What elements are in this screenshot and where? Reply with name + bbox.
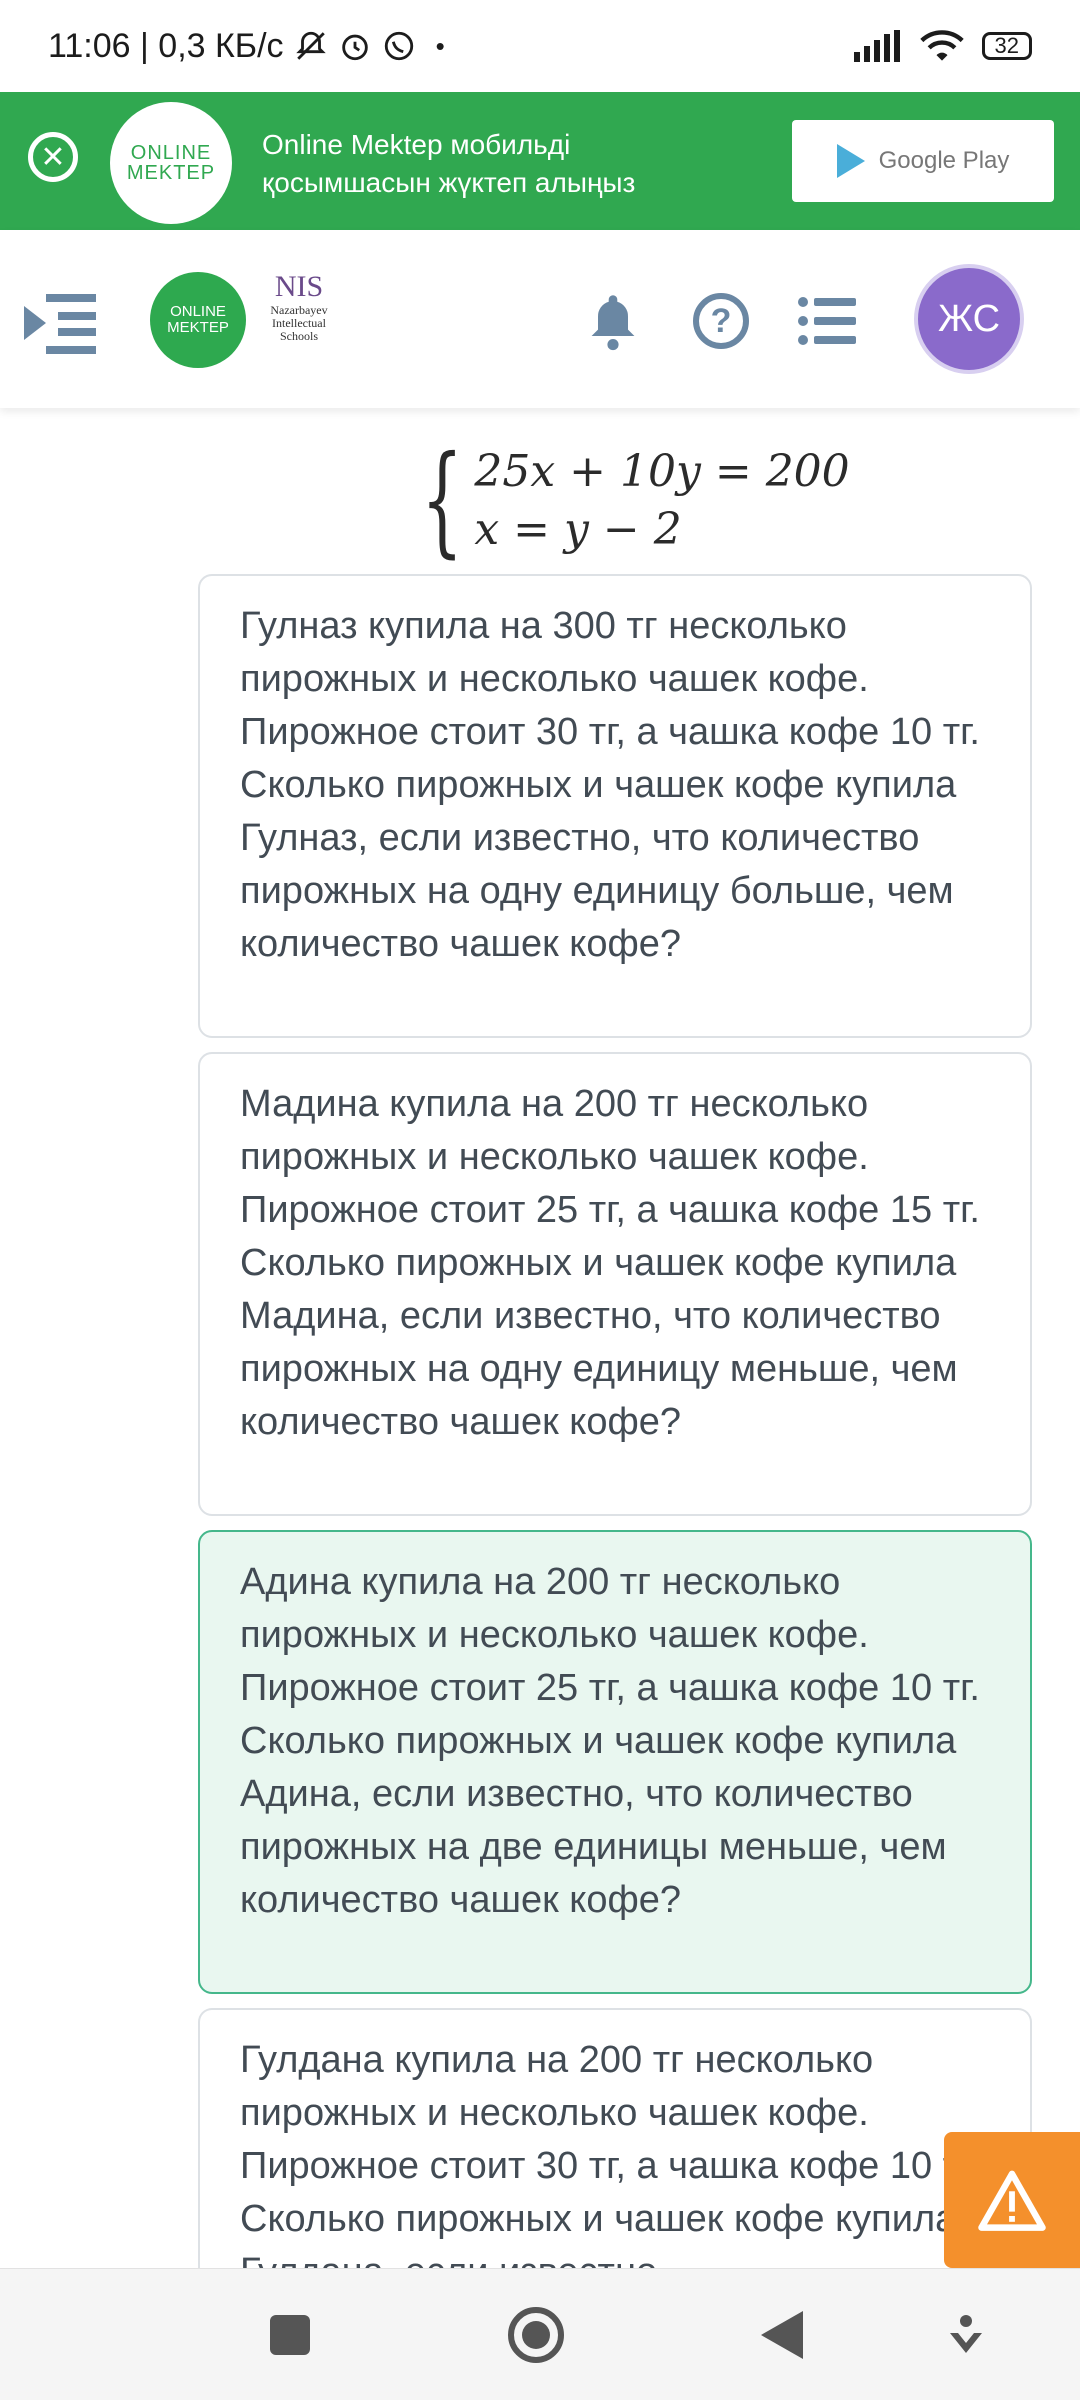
banner-text: Online Mektep мобильді қосымшасын жүктеп… <box>262 126 635 202</box>
accessibility-button[interactable] <box>930 2299 1002 2371</box>
app-download-banner: ✕ ONLINE MEKTEP Online Mektep мобильді қ… <box>0 92 1080 230</box>
status-right: 32 <box>852 29 1032 63</box>
answer-option-text: Гулдана купила на 200 тг несколько пирож… <box>240 2039 980 2268</box>
banner-logo: ONLINE MEKTEP <box>110 102 232 224</box>
mute-bell-icon <box>295 31 326 60</box>
nis-sub3: Schools <box>279 329 318 343</box>
equation-line-2: x = y − 2 <box>474 504 682 555</box>
home-button[interactable] <box>500 2299 572 2371</box>
whatsapp-icon <box>384 31 413 61</box>
answer-option-text: Гулназ купила на 300 тг несколько пирожн… <box>240 605 980 965</box>
help-button[interactable]: ? <box>686 286 756 356</box>
square-icon <box>270 2315 310 2355</box>
close-icon: ✕ <box>40 140 66 174</box>
answer-option-4[interactable]: Гулдана купила на 200 тг несколько пирож… <box>198 2008 1032 2268</box>
equation-line-1: 25x + 10y = 200 <box>474 446 850 497</box>
status-bar: 11:06 | 0,3 КБ/с • 32 <box>0 0 1080 92</box>
banner-text-line1: Online Mektep мобильді <box>262 129 571 160</box>
question-icon: ? <box>693 293 749 349</box>
alarm-icon <box>341 34 368 61</box>
menu-icon <box>24 294 96 354</box>
answer-option-text: Адина купила на 200 тг несколько пирожны… <box>240 1561 980 1921</box>
system-navigation-bar <box>0 2268 1080 2400</box>
app-header: ONLINE MEKTEP NIS Nazarbayev Intellectua… <box>0 230 1080 408</box>
hdr-logo-line2: MEKTEP <box>167 319 229 336</box>
battery-indicator: 32 <box>981 32 1032 60</box>
answer-option-2[interactable]: Мадина купила на 200 тг несколько пирожн… <box>198 1052 1032 1516</box>
user-avatar[interactable]: ЖС <box>914 264 1024 374</box>
notification-dot-icon: • <box>435 30 445 61</box>
warning-icon <box>978 2170 1046 2231</box>
status-left: 11:06 | 0,3 КБ/с • <box>48 27 445 66</box>
back-button[interactable] <box>746 2299 818 2371</box>
nis-logo: NIS Nazarbayev Intellectual Schools <box>254 270 344 370</box>
close-banner-button[interactable]: ✕ <box>28 132 78 182</box>
nis-mark: NIS <box>274 270 324 303</box>
answer-option-3-selected[interactable]: Адина купила на 200 тг несколько пирожны… <box>198 1530 1032 1994</box>
google-play-icon <box>836 144 865 178</box>
menu-toggle-button[interactable] <box>24 292 96 354</box>
banner-logo-line1: ONLINE <box>130 142 212 164</box>
hdr-logo-line1: ONLINE <box>170 303 226 320</box>
answer-option-text: Мадина купила на 200 тг несколько пирожн… <box>240 1083 980 1443</box>
answer-option-1[interactable]: Гулназ купила на 300 тг несколько пирожн… <box>198 574 1032 1038</box>
home-circle-icon <box>508 2307 564 2363</box>
google-play-button[interactable]: Google Play <box>792 120 1054 202</box>
wifi-icon <box>919 30 964 61</box>
online-mektep-logo[interactable]: ONLINE MEKTEP <box>150 272 246 368</box>
google-play-label: Google Play <box>878 147 1010 174</box>
back-triangle-icon <box>761 2311 803 2359</box>
banner-logo-line2: MEKTEP <box>126 162 216 184</box>
chevron-down-icon <box>950 2315 982 2353</box>
recent-apps-button[interactable] <box>254 2299 326 2371</box>
status-time-speed: 11:06 | 0,3 КБ/с <box>48 26 284 65</box>
equation-system: { 25x + 10y = 200 x = y − 2 <box>404 431 849 570</box>
brace-icon: { <box>421 431 464 570</box>
notifications-button[interactable] <box>578 286 648 356</box>
bell-icon <box>591 295 635 351</box>
signal-icon <box>853 30 900 62</box>
list-icon <box>798 297 856 345</box>
report-problem-button[interactable] <box>944 2132 1080 2268</box>
banner-text-line2: қосымшасын жүктеп алыңыз <box>262 167 636 198</box>
task-list-button[interactable] <box>792 286 862 356</box>
equation-lines: 25x + 10y = 200 x = y − 2 <box>474 443 849 559</box>
